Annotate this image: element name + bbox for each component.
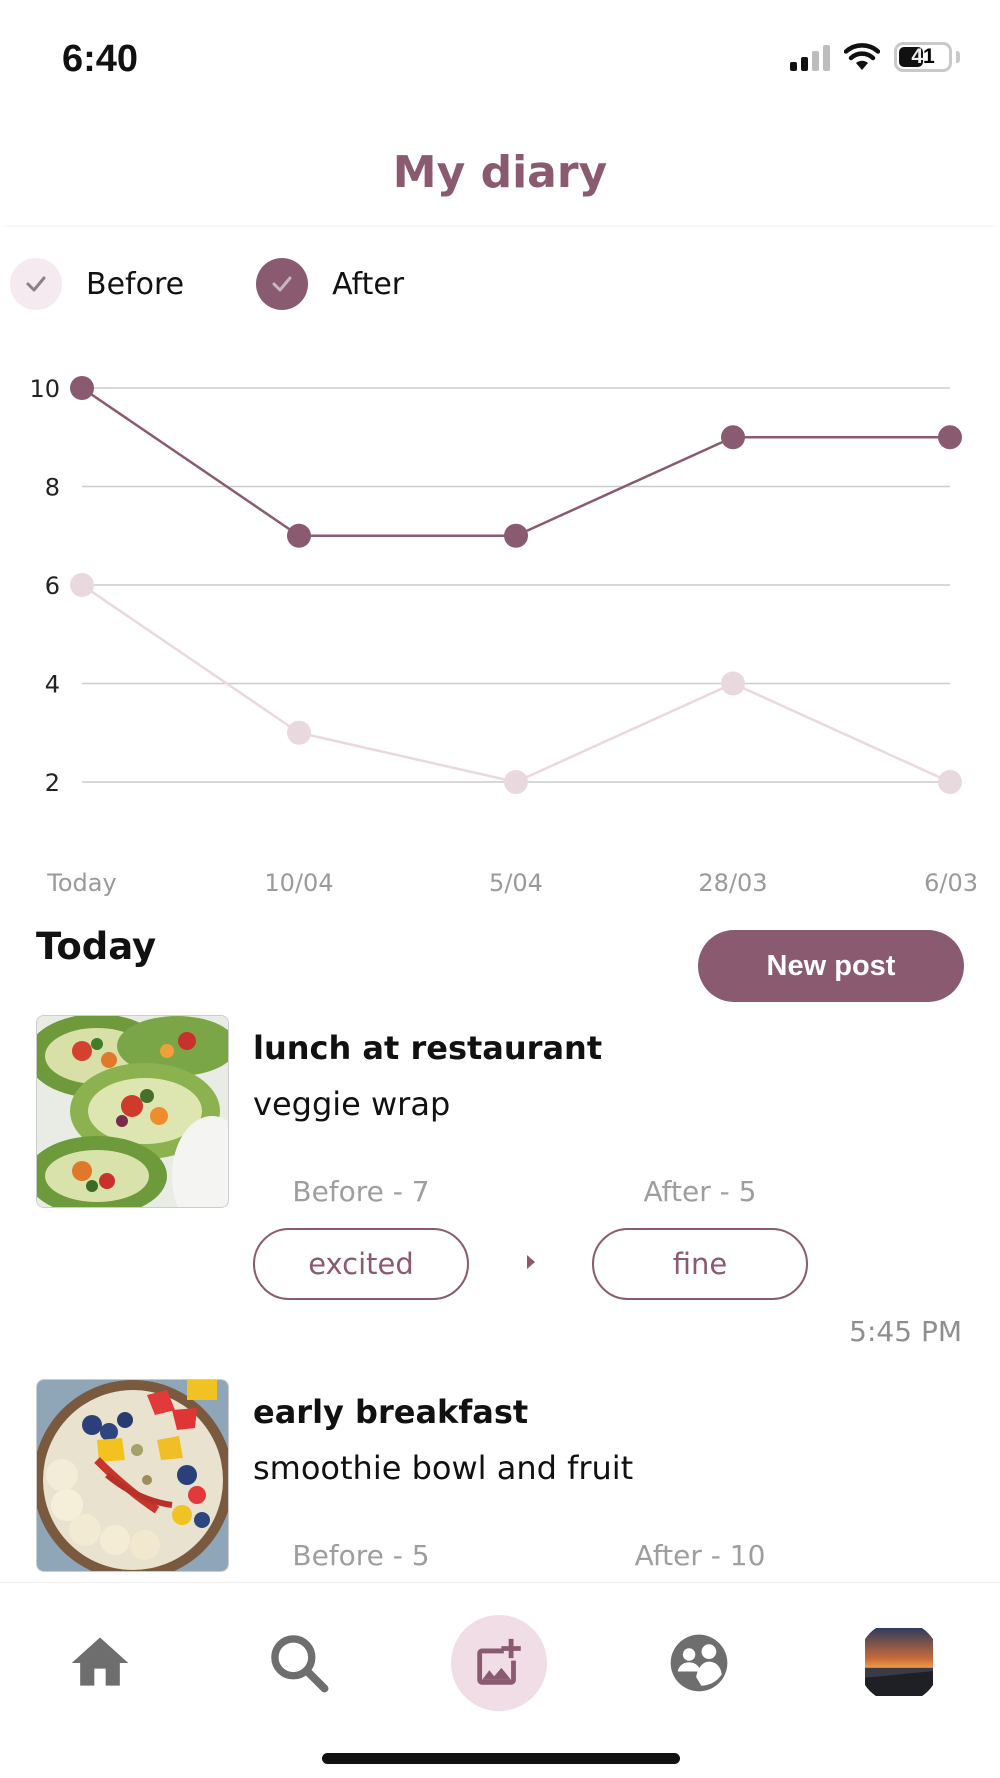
data-point-after — [504, 523, 528, 548]
data-point-before — [287, 720, 311, 745]
post-card[interactable]: lunch at restaurant veggie wrap Before -… — [0, 1015, 1000, 1348]
legend-label-before: Before — [86, 266, 185, 302]
data-point-after — [938, 425, 962, 450]
page-title: My diary — [392, 147, 608, 198]
header: My diary — [0, 120, 1000, 225]
legend-toggle-before[interactable]: Before — [10, 258, 184, 310]
x-tick-label: 10/04 — [264, 869, 333, 897]
nav-home[interactable] — [50, 1613, 150, 1713]
status-bar: 6:40 41 — [0, 0, 1000, 120]
arrow-right-icon — [527, 1255, 535, 1269]
y-tick-label: 10 — [29, 375, 60, 403]
nav-add-post[interactable] — [451, 1615, 547, 1711]
data-point-before — [721, 671, 745, 696]
after-score-label: After - 5 — [643, 1175, 757, 1208]
y-tick-label: 4 — [45, 671, 60, 699]
after-score-label: After - 10 — [634, 1539, 766, 1572]
section-title-today: Today — [36, 925, 157, 968]
legend-label-after: After — [332, 266, 405, 302]
post-time: 5:45 PM — [849, 1315, 962, 1348]
home-icon — [71, 1637, 129, 1686]
bottom-nav — [0, 1582, 1000, 1778]
smoothie-bowl-photo — [36, 1379, 229, 1572]
nav-community[interactable] — [649, 1613, 749, 1713]
profile-avatar[interactable] — [858, 1621, 940, 1703]
community-icon — [670, 1634, 728, 1692]
cellular-signal-icon — [790, 43, 830, 71]
post-title: lunch at restaurant — [253, 1029, 603, 1067]
wifi-icon — [844, 43, 880, 70]
search-icon — [271, 1635, 329, 1693]
data-point-before — [70, 573, 94, 597]
veggie-wrap-photo — [36, 1015, 229, 1208]
new-post-button[interactable]: New post — [698, 930, 964, 1002]
nav-search[interactable] — [249, 1613, 349, 1713]
before-checkmark-icon — [10, 258, 62, 310]
status-icons: 41 — [790, 42, 960, 72]
x-tick-label: 28/03 — [698, 869, 767, 897]
post-title: early breakfast — [253, 1393, 529, 1431]
after-checkmark-icon — [256, 258, 309, 310]
series-line-after — [81, 386, 950, 537]
data-point-before — [504, 770, 528, 794]
data-point-after — [70, 376, 94, 400]
before-mood-pill: excited — [253, 1228, 469, 1300]
chart-legend: Before After — [10, 258, 476, 310]
data-point-after — [721, 425, 745, 450]
add-photo-icon — [477, 1638, 521, 1685]
post-description: veggie wrap — [253, 1085, 451, 1123]
data-point-after — [287, 523, 311, 548]
battery-icon: 41 — [894, 42, 952, 72]
before-score-label: Before - 5 — [292, 1539, 430, 1572]
battery-level: 41 — [911, 45, 935, 68]
x-tick-label: 6/03 — [924, 869, 978, 897]
x-tick-label: 5/04 — [489, 869, 543, 897]
after-mood-pill: fine — [592, 1228, 808, 1300]
x-tick-label: Today — [46, 869, 116, 897]
before-score-label: Before - 7 — [292, 1175, 430, 1208]
legend-toggle-after[interactable]: After — [256, 258, 404, 310]
home-indicator — [322, 1753, 680, 1764]
y-tick-label: 6 — [45, 572, 60, 600]
y-tick-label: 2 — [45, 769, 60, 797]
status-time: 6:40 — [62, 38, 139, 80]
post-card[interactable]: early breakfast smoothie bowl and fruit … — [0, 1379, 1000, 1582]
mood-line-chart: 2 4 6 8 10 Today 10/04 5/04 28/03 6/03 — [29, 375, 978, 897]
post-description: smoothie bowl and fruit — [253, 1449, 634, 1487]
data-point-before — [938, 770, 962, 794]
y-tick-label: 8 — [45, 474, 60, 502]
